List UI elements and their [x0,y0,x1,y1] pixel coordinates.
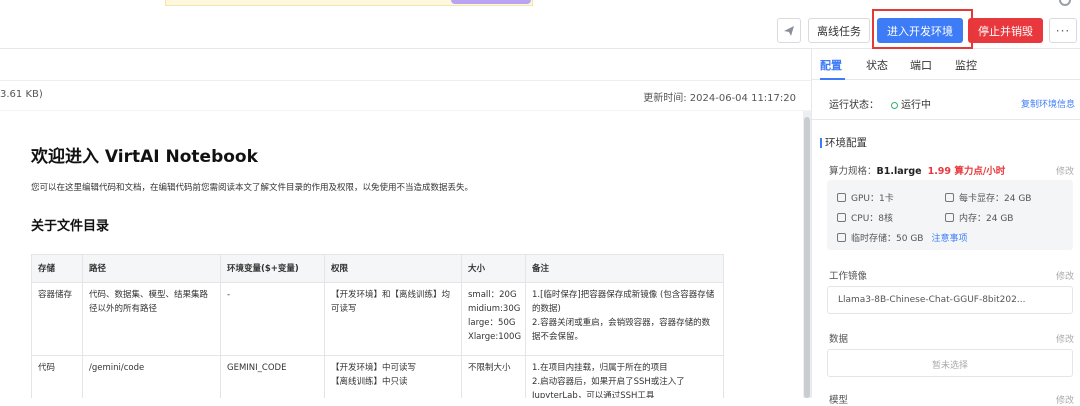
resource-summary: GPU：1卡 每卡显存：24 GB CPU：8核 内存：24 GB 临时存储：5… [827,180,1073,250]
memory-icon [945,213,954,222]
cpu-icon [837,213,846,222]
gpu-text: GPU：1卡 [851,194,894,204]
paper-plane-icon [784,25,794,36]
tab-monitor[interactable]: 监控 [955,57,977,73]
banner-action-pill[interactable] [451,0,531,4]
image-field[interactable]: Llama3-8B-Chinese-Chat-GGUF-8bit202... [827,286,1073,314]
data-field[interactable]: 暂未选择 [827,349,1073,377]
table-cell: 1.在项目内挂载，归属于所在的项目 2.启动容器后，如果开启了SSH或注入了Ju… [525,355,724,398]
more-options-button[interactable]: ··· [1049,18,1077,43]
spec-price: 1.99 算力点/小时 [927,166,1006,177]
table-cell: 代码、数据集、模型、结果集路径以外的所有路径 [82,282,221,356]
file-size: 3.61 KB) [0,89,43,100]
notification-banner [165,0,533,6]
vram-text: 每卡显存：24 GB [959,194,1032,204]
table-cell: 容器储存 [31,282,83,356]
edit-spec-link[interactable]: 修改 [1056,164,1074,177]
column-header: 备注 [525,254,724,283]
notice-link[interactable]: 注意事项 [931,234,967,244]
table-cell: 不限制大小 [461,355,526,398]
tab-config[interactable]: 配置 [820,57,842,73]
running-status-icon [891,101,898,109]
table-row: 容器储存 代码、数据集、模型、结果集路径以外的所有路径 - 【开发环境】和【离线… [31,282,724,356]
notebook-document: 欢迎进入 VirtAI Notebook 您可以在这里编辑代码和文档，在编辑代码… [0,111,803,398]
run-status-label: 运行状态： [829,100,879,111]
column-header: 权限 [324,254,462,283]
table-cell: - [220,282,325,356]
table-cell: GEMINI_CODE [220,355,325,398]
copy-env-info-link[interactable]: 复制环境信息 [1021,97,1075,110]
table-header-row: 存储 路径 环境变量($+变量) 权限 大小 备注 [31,254,724,283]
data-label: 数据 [829,334,849,345]
top-strip [0,0,1080,8]
run-status-row: 运行状态： 运行中 复制环境信息 [812,80,1080,120]
update-time: 更新时间: 2024-06-04 11:17:20 [643,93,796,104]
run-status-text: 运行中 [901,100,931,111]
gpu-icon [837,193,846,202]
table-row: 代码 /gemini/code GEMINI_CODE 【开发环境】中可读写 【… [31,355,724,398]
compute-spec: 算力规格：B1.large 1.99 算力点/小时 [829,163,1005,177]
env-config-title: 环境配置 [825,137,867,149]
cpu-text: CPU：8核 [851,214,894,224]
help-icon[interactable] [1059,0,1071,6]
doc-title: 欢迎进入 VirtAI Notebook [31,147,258,167]
tab-status[interactable]: 状态 [866,57,888,73]
edit-image-link[interactable]: 修改 [1056,269,1074,282]
spec-label: 算力规格： [829,166,877,177]
offline-task-button[interactable]: 离线任务 [808,18,870,43]
chip-icon [945,193,954,202]
run-status-value: 运行中 [891,96,931,111]
send-button[interactable] [777,18,801,43]
spec-value: B1.large [876,166,922,177]
cpu-info: CPU：8核 [837,211,893,224]
table-cell: 1.[临时保存]把容器保存成新镜像 (包含容器存储的数据) 2.容器关闭或重启，… [525,282,724,356]
highlight-box [872,9,973,49]
scrollbar-thumb[interactable] [804,117,810,398]
directory-table: 存储 路径 环境变量($+变量) 权限 大小 备注 容器储存 代码、数据集、模型… [31,254,724,398]
stop-and-destroy-button[interactable]: 停止并销毁 [968,18,1043,43]
column-header: 环境变量($+变量) [220,254,325,283]
edit-model-link[interactable]: 修改 [1056,393,1074,406]
file-info-bar: 3.61 KB) 更新时间: 2024-06-04 11:17:20 [0,80,811,110]
table-cell: 代码 [31,355,83,398]
memory-text: 内存：24 GB [959,214,1014,224]
toolbar: 离线任务 进入开发环境 停止并销毁 ··· [0,8,1080,49]
table-cell: 【开发环境】和【离线训练】均可读写 [324,282,462,356]
doc-scrollbar[interactable] [803,111,811,398]
column-header: 存储 [31,254,83,283]
notebook-pane: 3.61 KB) 更新时间: 2024-06-04 11:17:20 欢迎进入 … [0,49,811,398]
column-header: 大小 [461,254,526,283]
panel-tabs: 配置 状态 端口 监控 [812,49,1080,80]
memory-info: 内存：24 GB [945,211,1013,224]
section-heading: 关于文件目录 [31,219,110,234]
storage-icon [837,233,846,242]
tab-ports[interactable]: 端口 [910,57,932,73]
edit-data-link[interactable]: 修改 [1056,332,1074,345]
column-header: 路径 [82,254,221,283]
table-cell: small：20G midium:30G large：50G Xlarge:10… [461,282,526,356]
disk-info: 临时存储：50 GB 注意事项 [837,231,967,244]
doc-intro: 您可以在这里编辑代码和文档，在编辑代码前您需阅读本文了解文件目录的作用及权限，以… [31,183,474,193]
table-cell: /gemini/code [82,355,221,398]
gpu-info: GPU：1卡 [837,191,894,204]
table-cell: 【开发环境】中可读写 【离线训练】中只读 [324,355,462,398]
image-label: 工作镜像 [829,271,868,282]
disk-text: 临时存储：50 GB [851,234,924,244]
vram-info: 每卡显存：24 GB [945,191,1031,204]
env-config-heading: 环境配置 [820,135,867,150]
config-panel: 配置 状态 端口 监控 运行状态： 运行中 复制环境信息 环境配置 算力规格：B… [811,49,1080,406]
model-label: 模型 [829,395,849,406]
